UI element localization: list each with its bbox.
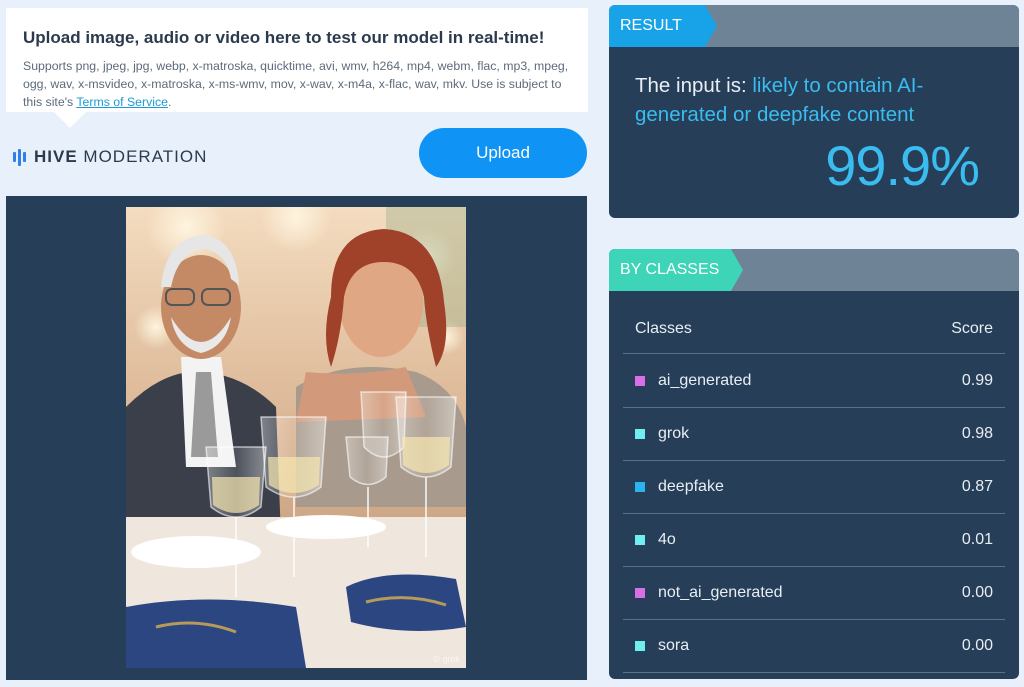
upload-info-card: Upload image, audio or video here to tes…: [6, 8, 588, 128]
class-score: 0.87: [961, 478, 993, 495]
classes-table-header: Classes Score: [623, 306, 1005, 354]
class-color-swatch: [635, 588, 645, 598]
class-score: 0.00: [961, 584, 993, 601]
class-name: grok: [658, 425, 690, 442]
class-name: not_ai_generated: [658, 584, 783, 601]
upload-button[interactable]: Upload: [419, 128, 587, 178]
upload-title: Upload image, audio or video here to tes…: [23, 28, 545, 47]
result-header: RESULT: [609, 5, 1019, 47]
class-score: 0.98: [961, 425, 993, 442]
logo-text: HIVE MODERATION: [34, 147, 207, 167]
class-name: 4o: [658, 531, 676, 548]
table-row: 4o 0.01: [623, 514, 1005, 567]
result-tag: RESULT: [609, 5, 717, 47]
photo-illustration: [126, 207, 466, 668]
classes-header: BY CLASSES: [609, 249, 1019, 291]
supported-formats: Supports png, jpeg, jpg, webp, x-matrosk…: [23, 57, 572, 111]
classes-panel: BY CLASSES Classes Score ai_generated 0.…: [609, 249, 1019, 679]
class-name: deepfake: [658, 478, 724, 495]
table-row: not_ai_generated 0.00: [623, 567, 1005, 620]
hive-logo-icon: [13, 148, 26, 166]
result-prefix: The input is:: [635, 74, 753, 97]
uploaded-image-panel: © grok: [6, 196, 587, 680]
result-panel: RESULT The input is: likely to contain A…: [609, 5, 1019, 218]
class-name: ai_generated: [658, 372, 752, 389]
uploaded-photo: © grok: [126, 207, 466, 668]
terms-suffix: .: [167, 95, 172, 109]
callout-arrow: [54, 112, 86, 128]
class-color-swatch: [635, 376, 645, 386]
table-row: grok 0.98: [623, 408, 1005, 461]
table-row: sora 0.00: [623, 620, 1005, 673]
table-row: deepfake 0.87: [623, 461, 1005, 514]
logo-light: MODERATION: [83, 147, 208, 166]
class-color-swatch: [635, 641, 645, 651]
classes-tag: BY CLASSES: [609, 249, 743, 291]
header-classes: Classes: [635, 320, 692, 337]
class-color-swatch: [635, 482, 645, 492]
class-name: sora: [658, 637, 690, 654]
class-score: 0.01: [961, 531, 993, 548]
hive-moderation-logo[interactable]: HIVE MODERATION: [13, 147, 207, 167]
class-score: 0.00: [961, 637, 993, 654]
class-score: 0.99: [961, 372, 993, 389]
header-score: Score: [951, 320, 993, 337]
classes-rows: ai_generated 0.99 grok 0.98 deepfake 0.8…: [623, 355, 1005, 673]
image-watermark: © grok: [433, 654, 460, 664]
logo-bold: HIVE: [34, 147, 78, 166]
class-color-swatch: [635, 535, 645, 545]
terms-of-service-link[interactable]: Terms of Service: [76, 95, 168, 109]
class-color-swatch: [635, 429, 645, 439]
result-verdict: The input is: likely to contain AI-gener…: [635, 71, 975, 129]
result-score: 99.9%: [825, 134, 980, 197]
table-row: ai_generated 0.99: [623, 355, 1005, 408]
